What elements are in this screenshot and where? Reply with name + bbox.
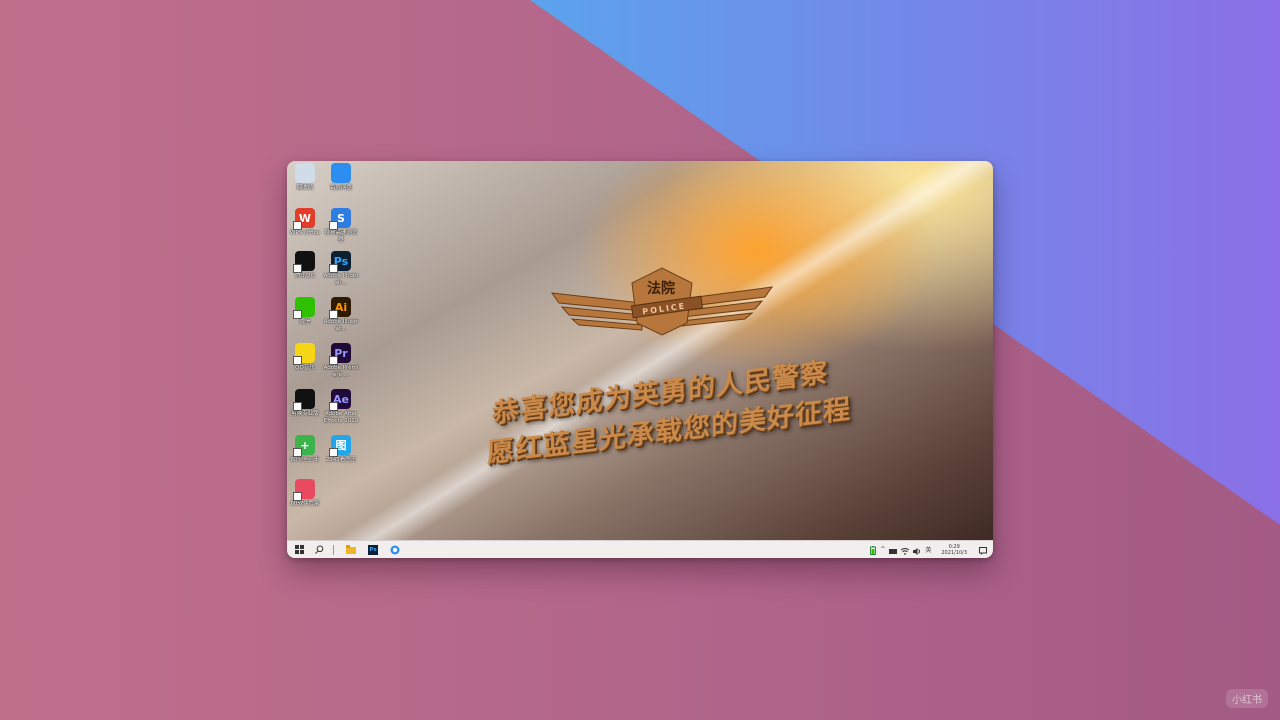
desktop-icon[interactable]: 图 2345看图王 bbox=[323, 435, 359, 464]
shortcut-arrow-icon bbox=[293, 310, 302, 319]
icon-glyph: S bbox=[337, 211, 345, 225]
premiere-icon: Pr bbox=[329, 343, 351, 365]
notification-icon[interactable] bbox=[979, 540, 987, 558]
desktop-icon-label: 百度网盘 bbox=[329, 185, 352, 191]
desktop-icon-label: Adobe Premiere ... bbox=[323, 365, 359, 378]
qq-penguin-icon bbox=[293, 251, 315, 273]
desktop-icon[interactable]: 腾讯QQ bbox=[287, 251, 323, 280]
desktop-icon-label: 2345看图王 bbox=[325, 457, 357, 463]
sogou-browser-icon: S bbox=[329, 208, 351, 230]
volume-icon[interactable] bbox=[913, 540, 921, 558]
desktop-icon-label: 60软件管家 bbox=[290, 501, 320, 507]
desktop-icon[interactable]: +60安全卫士 bbox=[287, 435, 323, 464]
illustrator-icon: Ai bbox=[329, 297, 351, 319]
browser-taskbar-icon[interactable] bbox=[384, 541, 406, 558]
qq-music-icon bbox=[293, 343, 315, 365]
windows-start-icon[interactable] bbox=[289, 541, 309, 558]
desktop-screen: 法院 POLICE 恭喜您成为英勇的人民警察 愿红蓝星光承载您的美好征程 回收站… bbox=[287, 161, 993, 558]
desktop-icon[interactable]: 60软件管家 bbox=[287, 479, 323, 508]
shortcut-arrow-icon bbox=[293, 492, 302, 501]
after-effects-icon: Ae bbox=[329, 389, 351, 411]
police-badge-emblem: 法院 POLICE bbox=[550, 267, 774, 336]
desktop-icon[interactable]: 剪映专业版 bbox=[287, 389, 323, 418]
desktop-icon[interactable]: 百度网盘 bbox=[323, 163, 359, 192]
input-method-indicator[interactable]: 英 bbox=[925, 545, 931, 554]
system-tray: ^ 英 0:29 2021/10/3 bbox=[870, 541, 987, 558]
shortcut-arrow-icon bbox=[293, 221, 302, 230]
desktop-icon[interactable]: 回收站 bbox=[287, 163, 323, 192]
shortcut-arrow-icon bbox=[329, 356, 338, 365]
wps-office-icon: W bbox=[293, 208, 315, 230]
network-icon[interactable] bbox=[889, 540, 898, 558]
shortcut-arrow-icon bbox=[329, 221, 338, 230]
desktop-icon-label: 搜狗高速浏览器 bbox=[324, 230, 358, 243]
desktop-icon-label: Adobe Photosh... bbox=[323, 273, 359, 286]
shortcut-arrow-icon bbox=[329, 402, 338, 411]
desktop-icon[interactable]: QQ音乐 bbox=[287, 343, 323, 372]
security-guard-icon: + bbox=[293, 435, 315, 457]
desktop-icon-label: WPS Office bbox=[289, 230, 321, 236]
photoshop-taskbar-icon[interactable]: Ps bbox=[362, 541, 384, 558]
desktop-icon[interactable]: Ps Adobe Photosh... bbox=[323, 251, 359, 287]
clock-date: 2021/10/3 bbox=[941, 549, 967, 556]
desktop-icon-label: Adobe After Effects 2019 bbox=[323, 411, 359, 424]
desktop-icon-label: 60安全卫士 bbox=[290, 457, 320, 463]
desktop-icon[interactable]: W WPS Office bbox=[287, 208, 323, 237]
shortcut-arrow-icon bbox=[329, 264, 338, 273]
desktop-icon-label: 腾讯QQ bbox=[295, 273, 315, 279]
search-icon[interactable] bbox=[309, 541, 329, 558]
wifi-icon[interactable] bbox=[901, 540, 910, 558]
image-viewer-icon: 图 bbox=[329, 435, 351, 457]
battery-icon[interactable] bbox=[870, 540, 877, 558]
software-manager-icon bbox=[293, 479, 315, 501]
shortcut-arrow-icon bbox=[293, 356, 302, 365]
desktop-icon-label: Adobe Illustrat... bbox=[323, 319, 359, 332]
badge-top-text: 法院 bbox=[647, 280, 675, 297]
desktop-icon[interactable]: S 搜狗高速浏览器 bbox=[323, 208, 359, 244]
watermark: 小红书 bbox=[1226, 689, 1268, 708]
shortcut-arrow-icon bbox=[293, 402, 302, 411]
taskbar-separator bbox=[333, 544, 334, 555]
clock[interactable]: 0:29 2021/10/3 bbox=[941, 544, 967, 556]
shortcut-arrow-icon bbox=[329, 448, 338, 457]
shortcut-arrow-icon bbox=[293, 448, 302, 457]
shortcut-arrow-icon bbox=[329, 310, 338, 319]
desktop-icon[interactable]: Ae Adobe After Effects 2019 bbox=[323, 389, 359, 425]
desktop-icon[interactable]: 微信 bbox=[287, 297, 323, 326]
desktop-icon-label: QQ音乐 bbox=[295, 365, 315, 371]
desktop-icon[interactable]: Pr Adobe Premiere ... bbox=[323, 343, 359, 379]
desktop-icon-label: 微信 bbox=[299, 319, 311, 325]
wechat-icon bbox=[293, 297, 315, 319]
chevron-up-icon[interactable]: ^ bbox=[880, 546, 885, 553]
shortcut-arrow-icon bbox=[293, 264, 302, 273]
file-explorer-icon[interactable] bbox=[340, 541, 362, 558]
desktop-icon-label: 剪映专业版 bbox=[291, 411, 319, 417]
jianying-icon bbox=[293, 389, 315, 411]
desktop-icon-label: 回收站 bbox=[296, 185, 314, 191]
taskbar: Ps ^ 英 0:29 2021/10/3 bbox=[287, 540, 993, 558]
photoshop-taskbar-glyph: Ps bbox=[368, 544, 378, 555]
desktop-icon[interactable]: Ai Adobe Illustrat... bbox=[323, 297, 359, 333]
baidu-netdisk-icon bbox=[331, 163, 351, 183]
recycle-bin-icon bbox=[295, 163, 315, 183]
photoshop-icon: Ps bbox=[329, 251, 351, 273]
